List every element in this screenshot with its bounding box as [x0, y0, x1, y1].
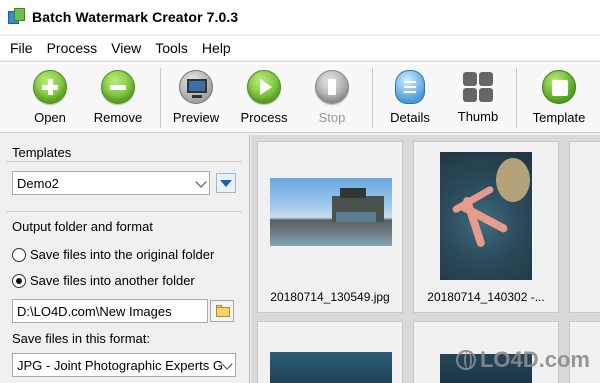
thumbnail-image [270, 352, 392, 383]
toolbar-separator [516, 68, 517, 128]
thumbnail-tile[interactable] [257, 321, 403, 383]
toolbar-separator [160, 68, 161, 128]
group-divider [6, 211, 242, 212]
thumbnail-image [440, 152, 532, 280]
title-bar: Batch Watermark Creator 7.0.3 [0, 0, 600, 34]
template-menu-button[interactable] [216, 173, 236, 193]
toolbar-separator [372, 68, 373, 128]
thumbnail-view[interactable]: 20180714_130549.jpg 20180714_140302 -...… [251, 135, 600, 383]
menu-bar: File Process View Tools Help [0, 36, 600, 60]
template-button[interactable]: Template [530, 62, 588, 134]
templates-group-title: Templates [12, 145, 72, 160]
thumbnail-image [270, 178, 392, 246]
template-select-value: Demo2 [17, 175, 59, 191]
output-folder-field[interactable]: D:\LO4D.com\New Images [12, 299, 208, 323]
thumbnail-tile[interactable]: 20180714_140302 -... [413, 141, 559, 313]
menu-view[interactable]: View [105, 40, 147, 56]
minus-icon [101, 70, 135, 104]
process-label: Process [240, 110, 288, 125]
chevron-down-icon [195, 176, 207, 188]
toolbar: Open Remove Preview Process Stop Details [0, 61, 600, 133]
output-group-title: Output folder and format [12, 219, 153, 234]
menu-file[interactable]: File [4, 40, 39, 56]
chevron-down-icon [221, 358, 233, 370]
menu-tools[interactable]: Tools [149, 40, 194, 56]
radio-another-folder[interactable]: Save files into another folder [12, 273, 195, 288]
thumbnail-caption: 20180714_130549.jpg [270, 290, 390, 304]
details-label: Details [390, 110, 430, 125]
thumbnail-tile[interactable]: 20180714_130549.jpg [257, 141, 403, 313]
globe-icon [455, 350, 476, 370]
format-select[interactable]: JPG - Joint Photographic Experts G [12, 353, 236, 377]
monitor-icon [179, 70, 213, 104]
settings-panel: Templates Demo2 Output folder and format… [0, 135, 250, 383]
dropdown-arrow-icon [220, 179, 232, 187]
details-list-icon [395, 70, 425, 104]
radio-button[interactable] [12, 247, 26, 262]
process-button[interactable]: Process [238, 62, 290, 134]
thumbnail-grid-icon [461, 71, 495, 103]
menu-process[interactable]: Process [41, 40, 104, 56]
open-label: Open [34, 110, 66, 125]
radio-another-label: Save files into another folder [30, 273, 195, 288]
details-button[interactable]: Details [386, 62, 434, 134]
format-label: Save files in this format: [12, 331, 150, 346]
stop-label: Stop [318, 110, 346, 125]
radio-original-folder[interactable]: Save files into the original folder [12, 247, 214, 262]
group-divider [6, 161, 242, 162]
play-icon [247, 70, 281, 104]
watermark-logo: LO4D.com [455, 347, 590, 373]
window-title: Batch Watermark Creator 7.0.3 [32, 9, 239, 25]
thumbnail-tile[interactable] [569, 141, 600, 313]
format-select-value: JPG - Joint Photographic Experts G [17, 357, 223, 373]
open-button[interactable]: Open [28, 62, 72, 134]
output-folder-value: D:\LO4D.com\New Images [17, 303, 172, 319]
thumb-button[interactable]: Thumb [456, 62, 500, 134]
remove-label: Remove [93, 110, 143, 125]
browse-folder-button[interactable] [210, 300, 234, 322]
menu-help[interactable]: Help [196, 40, 237, 56]
watermark-text: LO4D.com [479, 347, 590, 372]
preview-button[interactable]: Preview [170, 62, 222, 134]
template-label: Template [532, 110, 586, 125]
template-select[interactable]: Demo2 [12, 171, 210, 195]
add-icon [33, 70, 67, 104]
thumbnail-caption: 20180714_140302 -... [427, 290, 545, 304]
pause-icon [315, 70, 349, 104]
radio-button-selected[interactable] [12, 273, 26, 288]
app-window: Batch Watermark Creator 7.0.3 File Proce… [0, 0, 600, 383]
preview-label: Preview [172, 110, 220, 125]
app-logo-icon [8, 8, 26, 26]
thumb-label: Thumb [457, 109, 499, 124]
remove-button[interactable]: Remove [90, 62, 146, 134]
stop-button[interactable]: Stop [312, 62, 352, 134]
puzzle-icon [542, 70, 576, 104]
radio-original-label: Save files into the original folder [30, 247, 215, 262]
